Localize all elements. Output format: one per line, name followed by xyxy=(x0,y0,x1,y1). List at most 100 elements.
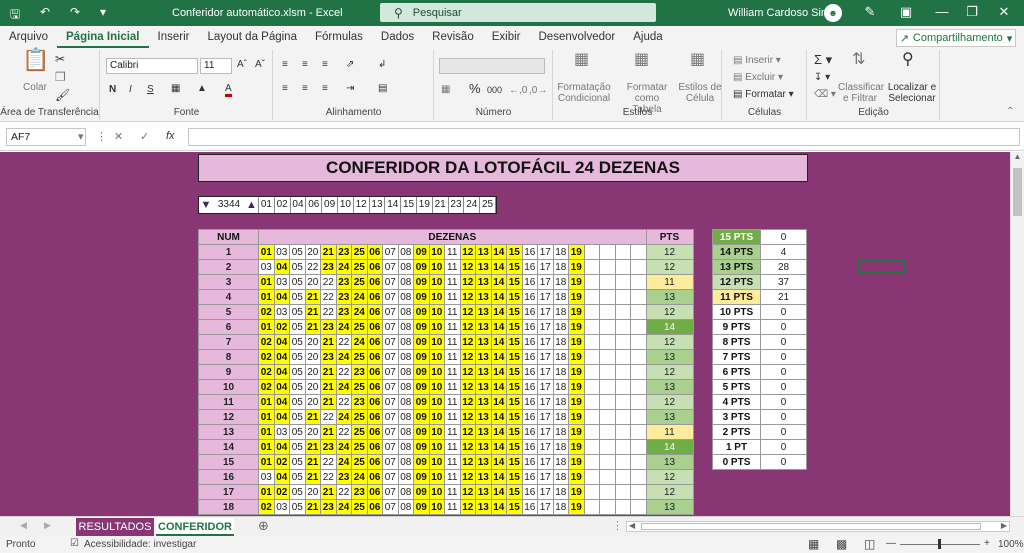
dezena-cell[interactable]: 19 xyxy=(568,484,585,500)
close-icon[interactable]: ✕ xyxy=(992,4,1016,20)
dezena-cell[interactable]: 17 xyxy=(537,379,554,395)
dezena-cell[interactable]: 10 xyxy=(428,319,445,335)
dezena-cell[interactable]: 06 xyxy=(366,349,383,365)
dezena-cell[interactable]: 12 xyxy=(459,424,476,440)
tab-inserir[interactable]: Inserir xyxy=(149,26,199,48)
fill-icon[interactable]: ↧ ▾ xyxy=(814,72,830,83)
dezena-cell[interactable]: 16 xyxy=(521,469,538,485)
fill-color-icon[interactable]: ▲ xyxy=(197,83,207,94)
empty-cell[interactable] xyxy=(614,319,631,335)
stat-value[interactable]: 0 xyxy=(760,379,807,395)
dezena-cell[interactable]: 14 xyxy=(490,499,507,515)
dezena-cell[interactable]: 17 xyxy=(537,484,554,500)
dezena-cell[interactable]: 09 xyxy=(413,379,430,395)
empty-cell[interactable] xyxy=(599,304,616,320)
dezena-cell[interactable]: 17 xyxy=(537,274,554,290)
empty-cell[interactable] xyxy=(630,439,647,455)
dezena-cell[interactable]: 14 xyxy=(490,289,507,305)
normal-view-icon[interactable]: ▦ xyxy=(808,537,819,551)
empty-cell[interactable] xyxy=(583,334,600,350)
dezena-cell[interactable]: 12 xyxy=(459,349,476,365)
dezena-cell[interactable]: 15 xyxy=(506,289,523,305)
dezena-cell[interactable]: 23 xyxy=(320,439,337,455)
dezena-cell[interactable]: 22 xyxy=(320,304,337,320)
dezena-cell[interactable]: 23 xyxy=(320,349,337,365)
empty-cell[interactable] xyxy=(599,244,616,260)
dezena-cell[interactable]: 12 xyxy=(459,394,476,410)
dezena-cell[interactable]: 10 xyxy=(428,349,445,365)
dezena-cell[interactable]: 08 xyxy=(397,274,414,290)
dezena-cell[interactable]: 07 xyxy=(382,409,399,425)
dezena-cell[interactable]: 01 xyxy=(258,409,275,425)
stat-label[interactable]: 12 PTS xyxy=(712,274,761,290)
empty-cell[interactable] xyxy=(583,304,600,320)
empty-cell[interactable] xyxy=(583,454,600,470)
dezena-cell[interactable]: 11 xyxy=(444,364,461,380)
dezena-cell[interactable]: 16 xyxy=(521,274,538,290)
stat-value[interactable]: 4 xyxy=(760,244,807,260)
dezena-cell[interactable]: 13 xyxy=(475,499,492,515)
dezena-cell[interactable]: 22 xyxy=(320,469,337,485)
dezena-cell[interactable]: 14 xyxy=(490,439,507,455)
copy-icon[interactable]: ❐ xyxy=(55,71,66,83)
dezena-cell[interactable]: 18 xyxy=(552,334,569,350)
dezena-cell[interactable]: 15 xyxy=(506,394,523,410)
dezena-cell[interactable]: 05 xyxy=(289,334,306,350)
empty-cell[interactable] xyxy=(614,304,631,320)
dezena-cell[interactable]: 17 xyxy=(537,469,554,485)
empty-cell[interactable] xyxy=(599,409,616,425)
dezena-cell[interactable]: 04 xyxy=(273,469,290,485)
dezena-cell[interactable]: 16 xyxy=(521,484,538,500)
empty-cell[interactable] xyxy=(583,349,600,365)
dezena-cell[interactable]: 05 xyxy=(289,304,306,320)
empty-cell[interactable] xyxy=(583,439,600,455)
dezena-cell[interactable]: 14 xyxy=(490,349,507,365)
points-cell[interactable]: 12 xyxy=(645,304,694,320)
dezena-cell[interactable]: 19 xyxy=(568,244,585,260)
drawn-number[interactable]: 23 xyxy=(449,197,465,213)
empty-cell[interactable] xyxy=(599,424,616,440)
empty-cell[interactable] xyxy=(583,484,600,500)
align-middle-icon[interactable]: ≡ xyxy=(302,59,308,70)
dezena-cell[interactable]: 16 xyxy=(521,259,538,275)
dezena-cell[interactable]: 14 xyxy=(490,334,507,350)
dezena-cell[interactable]: 15 xyxy=(506,484,523,500)
row-number[interactable]: 13 xyxy=(198,424,259,440)
dezena-cell[interactable]: 13 xyxy=(475,319,492,335)
increase-contest-icon[interactable]: ▲ xyxy=(245,197,259,213)
dezena-cell[interactable]: 15 xyxy=(506,259,523,275)
dezena-cell[interactable]: 06 xyxy=(366,499,383,515)
dezena-cell[interactable]: 12 xyxy=(459,439,476,455)
sort-filter-button[interactable]: Classificar e Filtrar xyxy=(838,82,884,104)
empty-cell[interactable] xyxy=(583,409,600,425)
dezena-cell[interactable]: 21 xyxy=(320,364,337,380)
tab-formulas[interactable]: Fórmulas xyxy=(306,26,372,48)
dezena-cell[interactable]: 21 xyxy=(304,319,321,335)
dezena-cell[interactable]: 09 xyxy=(413,304,430,320)
dezena-cell[interactable]: 12 xyxy=(459,259,476,275)
format-cells-button[interactable]: ▤ Formatar ▾ xyxy=(733,89,794,100)
dezena-cell[interactable]: 12 xyxy=(459,274,476,290)
dezena-cell[interactable]: 10 xyxy=(428,469,445,485)
dezena-cell[interactable]: 20 xyxy=(304,394,321,410)
vertical-scrollbar[interactable]: ▲ xyxy=(1010,152,1024,516)
dezena-cell[interactable]: 24 xyxy=(335,439,352,455)
empty-cell[interactable] xyxy=(614,454,631,470)
dezena-cell[interactable]: 11 xyxy=(444,454,461,470)
dezena-cell[interactable]: 21 xyxy=(304,409,321,425)
drawn-number[interactable]: 14 xyxy=(385,197,402,213)
stat-label[interactable]: 0 PTS xyxy=(712,454,761,470)
dezena-cell[interactable]: 06 xyxy=(366,274,383,290)
dezena-cell[interactable]: 04 xyxy=(273,409,290,425)
dezena-cell[interactable]: 19 xyxy=(568,379,585,395)
dezena-cell[interactable]: 08 xyxy=(397,349,414,365)
dezena-cell[interactable]: 06 xyxy=(366,409,383,425)
dezena-cell[interactable]: 16 xyxy=(521,289,538,305)
dezena-cell[interactable]: 22 xyxy=(320,454,337,470)
dezena-cell[interactable]: 23 xyxy=(320,319,337,335)
dezena-cell[interactable]: 15 xyxy=(506,499,523,515)
dezena-cell[interactable]: 15 xyxy=(506,304,523,320)
stat-value[interactable]: 0 xyxy=(760,454,807,470)
dezena-cell[interactable]: 08 xyxy=(397,469,414,485)
zoom-level[interactable]: 100% xyxy=(998,539,1024,550)
